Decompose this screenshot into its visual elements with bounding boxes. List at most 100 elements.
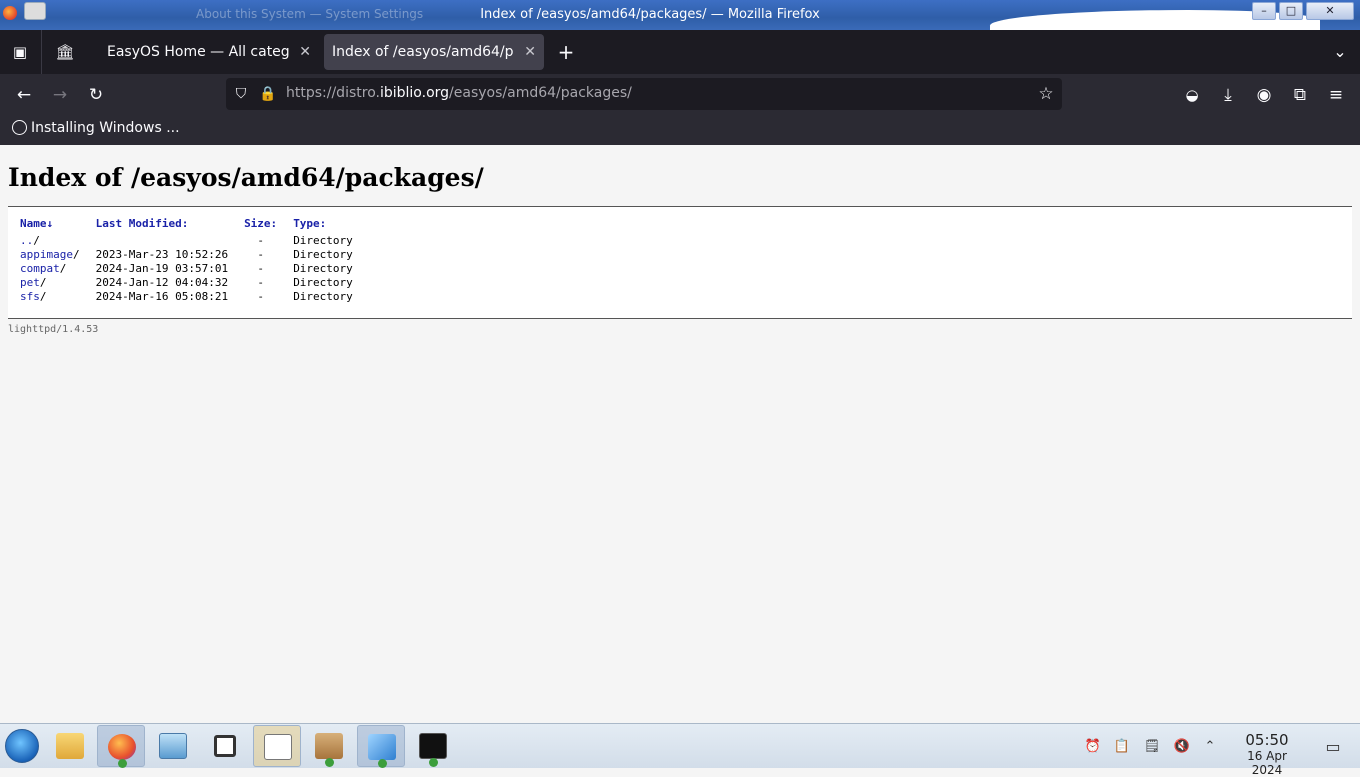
tab-label: EasyOS Home — All categories (107, 44, 289, 60)
dir-slash: / (59, 262, 67, 275)
taskbar-3d-app[interactable] (357, 725, 405, 768)
close-tab-icon[interactable]: ✕ (524, 34, 536, 70)
clock[interactable]: 05:50 16 Apr 2024 (1230, 731, 1304, 777)
page-content: Index of /easyos/amd64/packages/ Name↓ L… (0, 145, 1360, 723)
dir-slash: / (33, 234, 40, 247)
show-hidden-icons-icon[interactable]: ⌃ (1201, 738, 1219, 756)
new-tab-button[interactable]: + (556, 42, 576, 62)
url-bar[interactable]: ⛉ 🔒 https://distro.ibiblio.org/easyos/am… (226, 78, 1062, 110)
navigation-toolbar: ← → ↻ ⛉ 🔒 https://distro.ibiblio.org/eas… (0, 74, 1360, 114)
running-indicator (118, 759, 127, 768)
window-icon (264, 734, 292, 760)
dir-slash: / (39, 276, 47, 289)
bookmark-installing-windows[interactable]: Installing Windows ... (12, 120, 180, 136)
taskbar-settings[interactable] (149, 725, 197, 767)
table-row: compat/ 2024-Jan-19 03:57:01 - Directory (16, 262, 365, 276)
taskbar-package-manager[interactable] (305, 725, 353, 767)
volume-muted-icon[interactable]: 🔇 (1173, 738, 1191, 756)
table-row: ../ - Directory (16, 234, 365, 248)
back-button[interactable]: ← (13, 84, 35, 106)
sfs-link[interactable]: sfs (20, 290, 40, 303)
type-cell: Directory (293, 262, 353, 275)
tab-strip: ▣ 🏛 EasyOS Home — All categories ✕ Index… (0, 30, 1360, 74)
taskbar-windows-switcher[interactable] (201, 725, 249, 767)
pet-link[interactable]: pet (20, 276, 40, 289)
modified-cell: 2024-Mar-16 05:08:21 (95, 290, 229, 303)
bookmarks-toolbar: Installing Windows ... (0, 114, 1360, 145)
taskbar-terminal[interactable] (409, 725, 457, 767)
show-desktop-icon[interactable]: ▭ (1324, 738, 1342, 756)
lock-icon[interactable]: 🔒 (258, 84, 278, 104)
tab-label: Index of /easyos/amd64/packages/ (332, 44, 514, 60)
column-name[interactable]: Name↓ (16, 217, 92, 234)
dir-slash: / (72, 248, 80, 261)
dir-slash: / (39, 290, 47, 303)
taskbar-blank-window[interactable] (253, 725, 301, 767)
firefox-view-icon[interactable]: ▣ (10, 42, 30, 62)
column-size[interactable]: Size: (240, 217, 289, 234)
alarm-clock-icon[interactable]: ⏰ (1084, 738, 1102, 756)
type-cell: Directory (293, 290, 353, 303)
extensions-icon[interactable]: ⧉ (1289, 84, 1311, 106)
table-row: pet/ 2024-Jan-12 04:04:32 - Directory (16, 276, 365, 290)
size-cell: - (257, 276, 264, 289)
size-cell: - (257, 234, 264, 247)
bookmark-star-icon[interactable]: ☆ (1036, 84, 1056, 104)
url-text[interactable]: https://distro.ibiblio.org/easyos/amd64/… (286, 85, 632, 101)
close-tab-icon[interactable]: ✕ (299, 34, 311, 70)
window-title: Index of /easyos/amd64/packages/ — Mozil… (480, 7, 820, 22)
firefox-icon (108, 734, 136, 760)
globe-icon (12, 120, 27, 135)
pocket-icon[interactable]: ◒ (1181, 84, 1203, 106)
system-settings-icon (159, 733, 187, 759)
maximize-button[interactable]: □ (1279, 2, 1303, 20)
size-cell: - (257, 248, 264, 261)
column-type[interactable]: Type: (289, 217, 365, 234)
menu-icon[interactable]: ≡ (1325, 84, 1347, 106)
clock-date: 16 Apr 2024 (1247, 749, 1287, 777)
reload-button[interactable]: ↻ (85, 84, 107, 106)
running-indicator (325, 758, 334, 767)
taskbar-firefox[interactable] (97, 725, 145, 768)
type-cell: Directory (293, 248, 353, 261)
window-switcher-icon (214, 735, 236, 757)
forward-button[interactable]: → (49, 84, 71, 106)
appimage-link[interactable]: appimage (20, 248, 73, 261)
package-box-icon (315, 733, 343, 759)
clipboard-icon[interactable]: 📋 (1113, 738, 1131, 756)
url-path: /easyos/amd64/packages/ (449, 85, 632, 101)
tab-index-packages[interactable]: Index of /easyos/amd64/packages/ ✕ (324, 34, 544, 70)
server-signature: lighttpd/1.4.53 (8, 324, 99, 335)
close-window-button[interactable]: ✕ (1306, 2, 1354, 20)
start-menu-button[interactable] (5, 729, 39, 763)
taskbar-file-manager[interactable] (46, 725, 94, 767)
taskbar: ⏰ 📋 🗒 🔇 ⌃ 05:50 16 Apr 2024 ▭ (0, 723, 1360, 777)
modified-cell: 2024-Jan-12 04:04:32 (95, 276, 229, 289)
pinned-tab-museum-icon[interactable]: 🏛 (55, 42, 75, 62)
cube-icon (368, 734, 396, 760)
column-last-modified[interactable]: Last Modified: (92, 217, 240, 234)
listing-table: Name↓ Last Modified: Size: Type: ../ - D… (16, 217, 365, 304)
minimize-button[interactable]: – (1252, 2, 1276, 20)
modified-cell: 2024-Jan-19 03:57:01 (95, 262, 229, 275)
clock-time: 05:50 (1245, 731, 1289, 749)
terminal-icon (419, 733, 447, 759)
type-cell: Directory (293, 234, 353, 247)
table-row: appimage/ 2023-Mar-23 10:52:26 - Directo… (16, 248, 365, 262)
size-cell: - (257, 290, 264, 303)
notes-icon[interactable]: 🗒 (1143, 738, 1161, 756)
bookmark-label: Installing Windows ... (31, 120, 180, 136)
directory-listing: Name↓ Last Modified: Size: Type: ../ - D… (8, 206, 1352, 319)
account-icon[interactable]: ◉ (1253, 84, 1275, 106)
downloads-icon[interactable]: ⤓ (1217, 84, 1239, 106)
modified-cell (92, 234, 240, 248)
table-row: sfs/ 2024-Mar-16 05:08:21 - Directory (16, 290, 365, 304)
page-title: Index of /easyos/amd64/packages/ (8, 163, 484, 192)
compat-link[interactable]: compat (20, 262, 60, 275)
list-all-tabs-button[interactable]: ⌄ (1330, 42, 1350, 62)
tab-easyos-home[interactable]: EasyOS Home — All categories ✕ (99, 34, 319, 70)
window-titlebar[interactable]: About this System — System Settings Inde… (0, 0, 1360, 30)
folder-icon (56, 733, 84, 759)
parent-directory-link[interactable]: .. (20, 234, 33, 247)
tracking-shield-icon[interactable]: ⛉ (231, 84, 251, 104)
